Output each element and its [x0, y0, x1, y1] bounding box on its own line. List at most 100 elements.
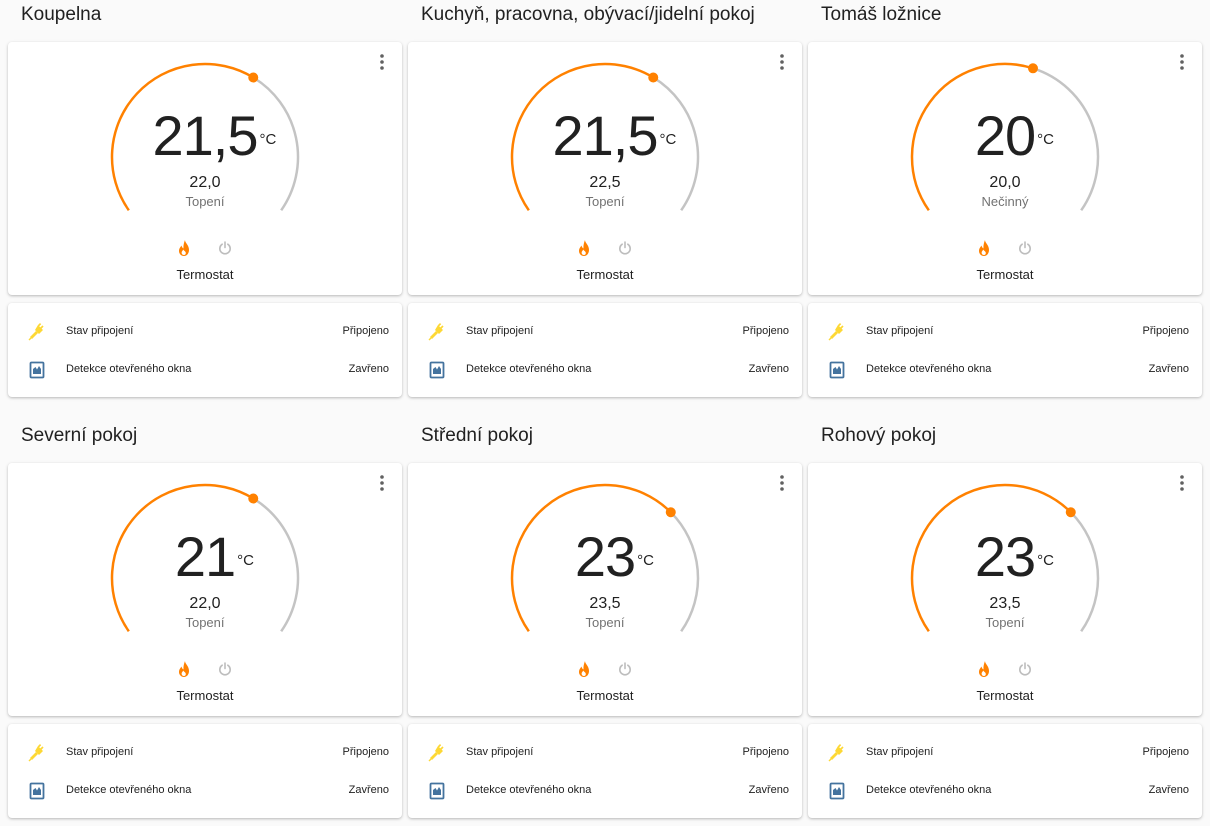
connection-status-row[interactable]: Stav připojení Připojeno — [408, 320, 802, 344]
entities-card: Stav připojení Připojeno Detekce otevřen… — [8, 303, 402, 397]
heat-mode-button[interactable] — [172, 236, 196, 260]
more-options-button[interactable] — [372, 52, 392, 72]
more-options-button[interactable] — [372, 473, 392, 493]
current-temperature: 21 °C — [8, 529, 402, 585]
temperature-unit: °C — [1037, 552, 1054, 569]
thermostat-name: Termostat — [576, 688, 634, 703]
heat-mode-button[interactable] — [972, 236, 996, 260]
current-temperature-value: 21 — [174, 525, 236, 588]
connection-status-row[interactable]: Stav připojení Připojeno — [808, 320, 1202, 344]
connection-status-row[interactable]: Stav připojení Připojeno — [808, 741, 1202, 765]
hvac-action: Topení — [985, 615, 1025, 630]
entity-value: Zavřeno — [1148, 784, 1189, 796]
entity-value: Zavřeno — [348, 363, 389, 375]
power-icon — [1019, 241, 1031, 255]
heat-mode-button[interactable] — [172, 657, 196, 681]
entity-value: Připojeno — [742, 746, 789, 758]
thermostat-card[interactable]: 21,5 °C 22,5 Topení Termostat — [408, 42, 802, 295]
current-temperature-value: 20 — [974, 104, 1036, 167]
entity-label: Stav připojení — [466, 746, 534, 758]
room-title: Tomáš ložnice — [821, 4, 942, 25]
window-closed-icon — [825, 358, 849, 382]
entities-card: Stav připojení Připojeno Detekce otevřen… — [408, 303, 802, 397]
gauge-handle[interactable] — [1065, 507, 1076, 518]
thermostat-card[interactable]: 21,5 °C 22,0 Topení Termostat — [8, 42, 402, 295]
entity-value: Připojeno — [1142, 325, 1189, 337]
hvac-action: Topení — [185, 615, 225, 630]
entity-label: Detekce otevřeného okna — [466, 363, 592, 375]
temperature-unit: °C — [637, 552, 654, 569]
dots-vertical-icon — [1180, 475, 1184, 491]
target-temperature: 20,0 — [989, 174, 1021, 191]
window-detection-row[interactable]: Detekce otevřeného okna Zavřeno — [808, 358, 1202, 382]
gauge-handle[interactable] — [248, 493, 259, 504]
thermostat-name: Termostat — [976, 267, 1034, 282]
window-detection-row[interactable]: Detekce otevřeného okna Zavřeno — [8, 779, 402, 803]
fire-icon — [979, 240, 989, 256]
more-options-button[interactable] — [1172, 473, 1192, 493]
window-detection-row[interactable]: Detekce otevřeného okna Zavřeno — [8, 358, 402, 382]
thermostat-card[interactable]: 23 °C 23,5 Topení Termostat — [808, 463, 1202, 716]
off-mode-button[interactable] — [1013, 657, 1037, 681]
off-mode-button[interactable] — [213, 657, 237, 681]
gauge-handle[interactable] — [648, 72, 659, 83]
connection-status-row[interactable]: Stav připojení Připojeno — [408, 741, 802, 765]
window-detection-row[interactable]: Detekce otevřeného okna Zavřeno — [808, 779, 1202, 803]
entity-label: Stav připojení — [66, 325, 134, 337]
off-mode-button[interactable] — [613, 657, 637, 681]
window-detection-row[interactable]: Detekce otevřeného okna Zavřeno — [408, 779, 802, 803]
hvac-action: Nečinný — [981, 194, 1029, 209]
connection-status-row[interactable]: Stav připojení Připojeno — [8, 741, 402, 765]
window-closed-icon — [425, 358, 449, 382]
entity-label: Detekce otevřeného okna — [466, 784, 592, 796]
current-temperature-value: 21,5 — [152, 104, 259, 167]
power-icon — [1019, 662, 1031, 676]
thermostat-card[interactable]: 21 °C 22,0 Topení Termostat — [8, 463, 402, 716]
off-mode-button[interactable] — [213, 236, 237, 260]
window-detection-row[interactable]: Detekce otevřeného okna Zavřeno — [408, 358, 802, 382]
off-mode-button[interactable] — [613, 236, 637, 260]
thermostat-name: Termostat — [176, 688, 234, 703]
gauge-handle[interactable] — [665, 507, 676, 518]
off-mode-button[interactable] — [1013, 236, 1037, 260]
temperature-unit: °C — [1037, 131, 1054, 148]
hvac-action: Topení — [585, 615, 625, 630]
entity-value: Připojeno — [742, 325, 789, 337]
room-title: Koupelna — [21, 4, 102, 25]
entities-card: Stav připojení Připojeno Detekce otevřen… — [8, 724, 402, 818]
current-temperature: 23 °C — [808, 529, 1202, 585]
heat-mode-button[interactable] — [972, 657, 996, 681]
heat-mode-button[interactable] — [572, 236, 596, 260]
dots-vertical-icon — [1180, 54, 1184, 70]
entities-card: Stav připojení Připojeno Detekce otevřen… — [808, 303, 1202, 397]
gauge-handle[interactable] — [248, 72, 259, 83]
heat-mode-button[interactable] — [572, 657, 596, 681]
entity-label: Detekce otevřeného okna — [866, 784, 992, 796]
connection-status-row[interactable]: Stav připojení Připojeno — [8, 320, 402, 344]
entity-label: Detekce otevřeného okna — [66, 363, 192, 375]
more-options-button[interactable] — [772, 52, 792, 72]
entity-value: Připojeno — [342, 746, 389, 758]
room-title: Střední pokoj — [421, 425, 533, 446]
entity-label: Stav připojení — [466, 325, 534, 337]
gauge-handle[interactable] — [1027, 63, 1038, 74]
entities-card: Stav připojení Připojeno Detekce otevřen… — [808, 724, 1202, 818]
fire-icon — [179, 240, 189, 256]
more-options-button[interactable] — [1172, 52, 1192, 72]
thermostat-card[interactable]: 23 °C 23,5 Topení Termostat — [408, 463, 802, 716]
current-temperature: 23 °C — [408, 529, 802, 585]
power-icon — [619, 662, 631, 676]
thermostat-name: Termostat — [576, 267, 634, 282]
thermostat-card[interactable]: 20 °C 20,0 Nečinný Termostat — [808, 42, 1202, 295]
window-closed-icon — [25, 779, 49, 803]
target-temperature: 23,5 — [589, 595, 621, 612]
room-title: Kuchyň, pracovna, obývací/jidelní pokoj — [421, 4, 755, 25]
more-options-button[interactable] — [772, 473, 792, 493]
temperature-unit: °C — [659, 131, 677, 148]
fire-icon — [179, 661, 189, 677]
plug-icon — [425, 741, 449, 765]
temperature-unit: °C — [237, 552, 254, 569]
hvac-action: Topení — [185, 194, 225, 209]
thermostat-name: Termostat — [176, 267, 234, 282]
power-icon — [219, 241, 231, 255]
